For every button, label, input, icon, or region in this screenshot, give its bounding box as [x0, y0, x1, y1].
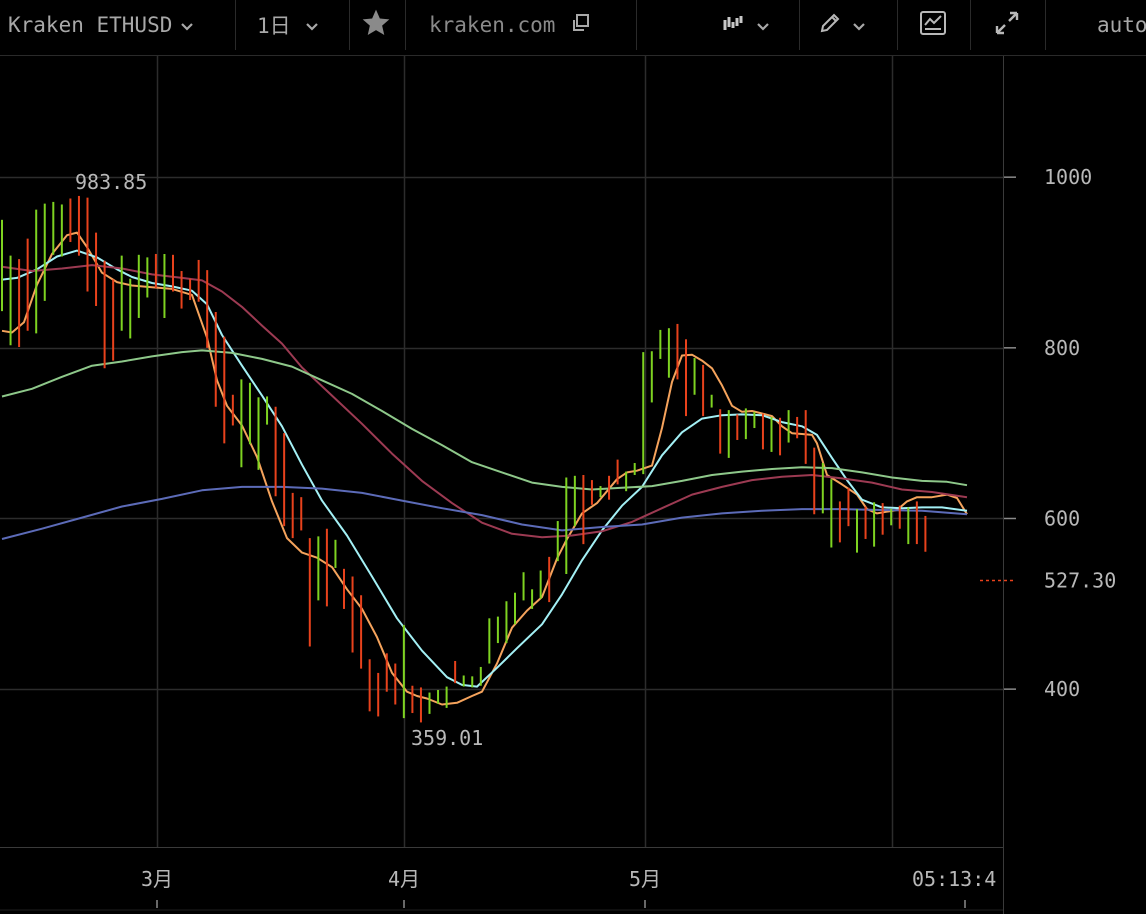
time-tick-label: 5月 [629, 867, 661, 891]
price-tick-label: 1000 [1044, 165, 1092, 189]
time-axis[interactable]: 3月 4月 5月 05:13:4 [0, 867, 1003, 911]
high-price-label: 983.85 [75, 170, 147, 194]
grid [0, 56, 1003, 847]
price-tick-label: 600 [1044, 506, 1080, 530]
time-tick-label: 3月 [141, 867, 173, 891]
low-price-label: 359.01 [411, 726, 483, 750]
price-tick-label: 800 [1044, 336, 1080, 360]
time-tick-label: 4月 [388, 867, 420, 891]
last-price-label: 527.30 [1044, 569, 1116, 593]
price-chart[interactable]: 1000 800 600 400 527.30 3月 4月 5月 05:13:4 983.85… [0, 0, 1146, 914]
annotations: 983.85 359.01 [75, 170, 483, 750]
price-tick-label: 400 [1044, 677, 1080, 701]
price-bars [1, 195, 927, 723]
current-time-label: 05:13:4 [912, 867, 996, 891]
price-axis[interactable]: 1000 800 600 400 527.30 [980, 165, 1116, 701]
